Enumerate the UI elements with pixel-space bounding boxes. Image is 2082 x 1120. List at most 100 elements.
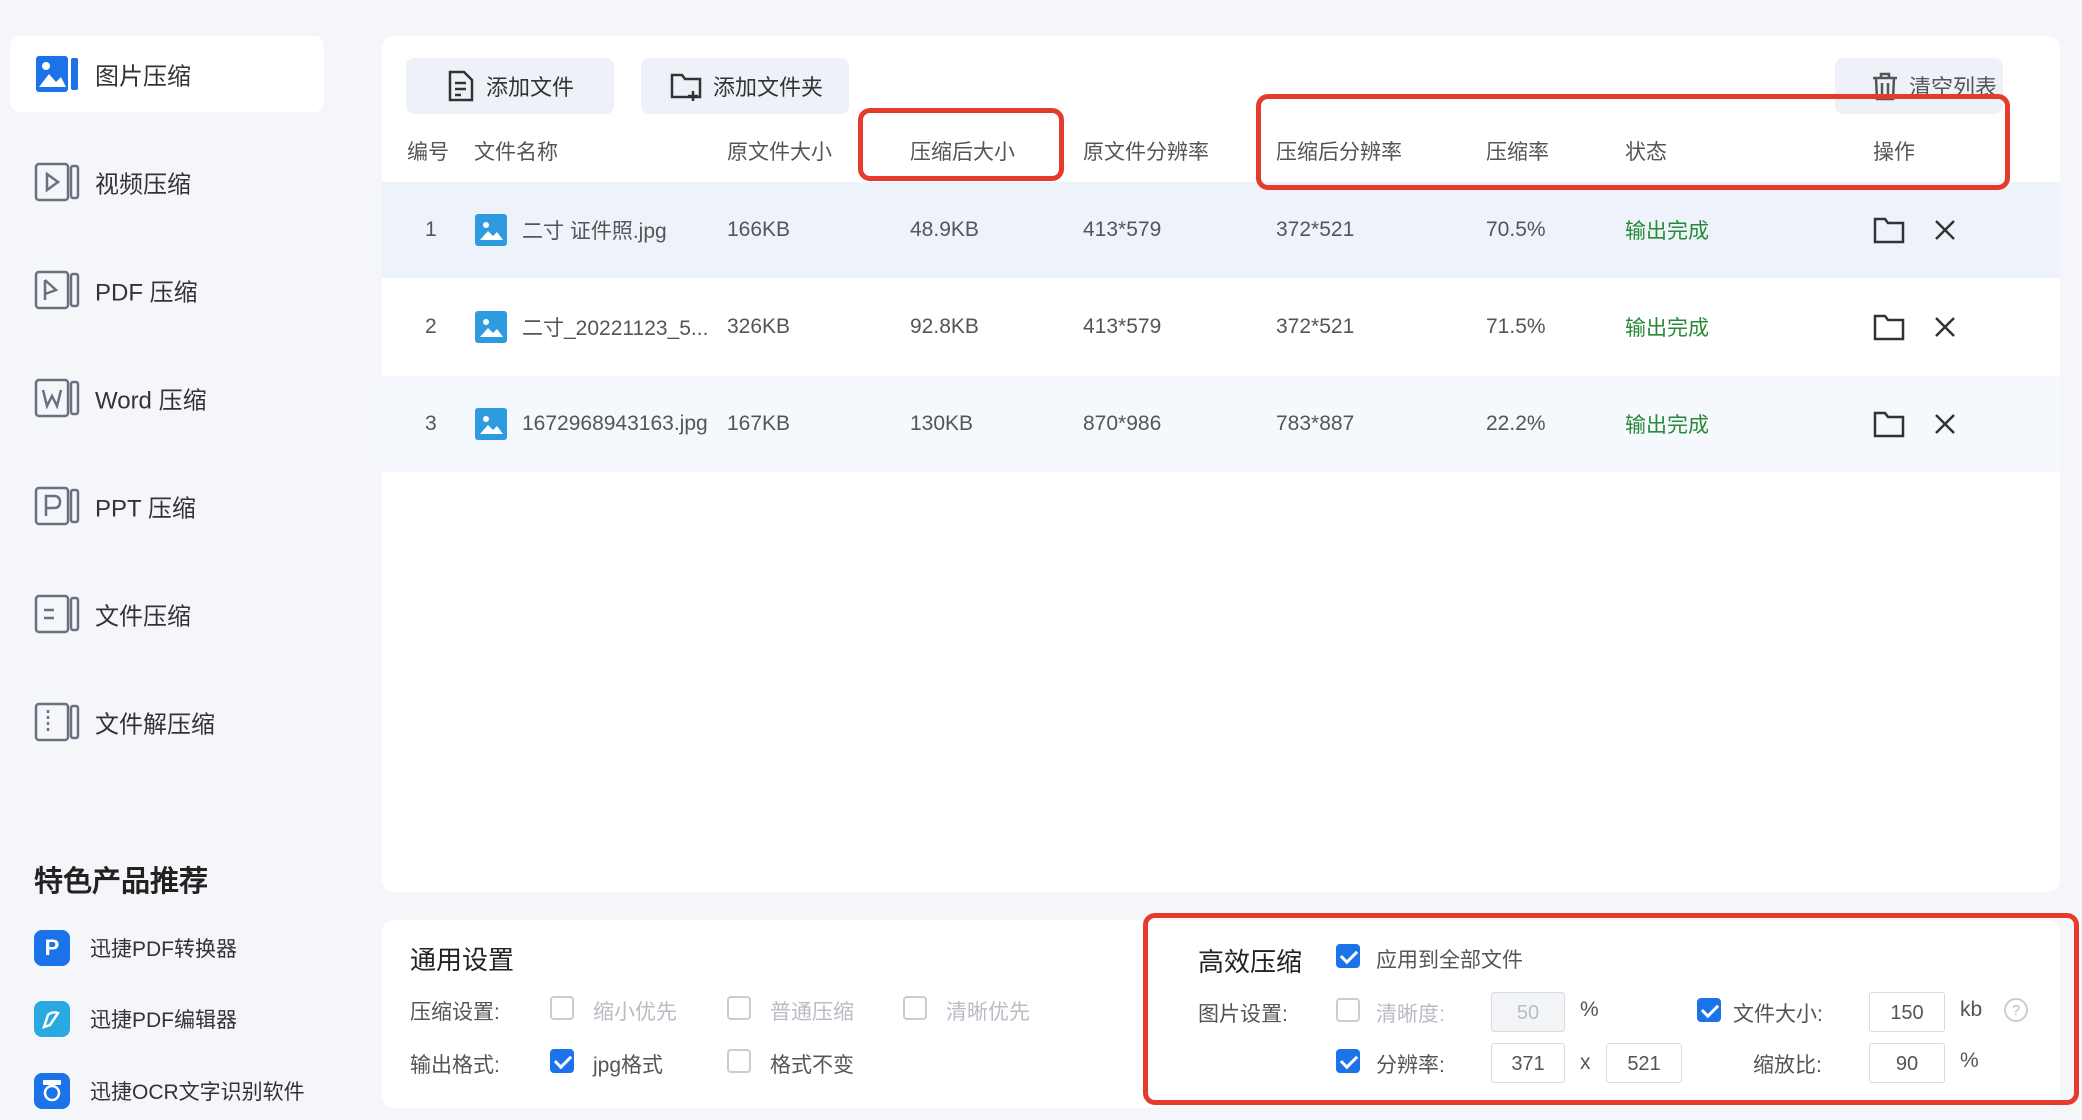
clear-list-button[interactable]: 清空列表 [1835, 58, 2003, 114]
apply-all-checkbox[interactable] [1336, 944, 1360, 968]
file-list-panel: 添加文件 添加文件夹 清空列表 编号 文件名称 原文件大小 压缩后大小 原文件分… [382, 36, 2060, 892]
header-new-resolution: 压缩后分辨率 [1276, 141, 1402, 164]
option-normal-checkbox[interactable] [727, 996, 751, 1020]
ppt-compress-icon [34, 486, 80, 526]
header-filename: 文件名称 [474, 141, 558, 164]
product-label: 迅捷PDF编辑器 [90, 1009, 237, 1032]
header-orig-resolution: 原文件分辨率 [1083, 141, 1209, 164]
compress-ratio: 22.2% [1486, 412, 1546, 435]
resolution-width-input[interactable]: 371 [1491, 1043, 1565, 1083]
header-status: 状态 [1625, 141, 1667, 164]
file-decompress-icon [34, 702, 80, 742]
file-size-input[interactable]: 150 [1869, 992, 1945, 1032]
product-ocr[interactable]: 迅捷OCR文字识别软件 [34, 1071, 305, 1111]
orig-size: 167KB [727, 412, 791, 435]
settings-panel: 通用设置 压缩设置: 缩小优先 普通压缩 清晰优先 输出格式: jpg格式 格式… [382, 920, 2060, 1108]
close-icon[interactable] [1932, 217, 1958, 243]
clarity-checkbox[interactable] [1336, 998, 1360, 1022]
add-file-button[interactable]: 添加文件 [406, 58, 614, 114]
header-actions: 操作 [1873, 141, 1915, 164]
product-pdf-editor[interactable]: 迅捷PDF编辑器 [34, 999, 237, 1039]
pdf-editor-icon [34, 1001, 70, 1037]
sidebar-item-pdf-compress[interactable]: PDF 压缩 [10, 252, 324, 328]
file-name: 二寸 证件照.jpg [522, 220, 667, 243]
image-settings-label: 图片设置: [1198, 1003, 1288, 1026]
sidebar-item-video-compress[interactable]: 视频压缩 [10, 144, 324, 220]
sidebar-item-label: 文件解压缩 [95, 711, 215, 739]
apply-all-label: 应用到全部文件 [1376, 949, 1523, 972]
image-compress-icon [36, 56, 78, 92]
row-number: 2 [425, 315, 437, 338]
compress-ratio: 71.5% [1486, 315, 1546, 338]
close-icon[interactable] [1932, 411, 1958, 437]
table-row[interactable]: 1 二寸 证件照.jpg 166KB 48.9KB 413*579 372*52… [382, 182, 2060, 278]
header-number: 编号 [407, 141, 449, 164]
sidebar-item-file-decompress[interactable]: 文件解压缩 [10, 684, 324, 760]
output-format-label: 输出格式: [410, 1054, 500, 1077]
image-file-icon [475, 408, 507, 440]
file-size-label: 文件大小: [1733, 1003, 1823, 1026]
close-icon[interactable] [1932, 314, 1958, 340]
file-name: 1672968943163.jpg [522, 412, 708, 435]
word-compress-icon [34, 378, 80, 418]
sidebar-item-ppt-compress[interactable]: PPT 压缩 [10, 468, 324, 544]
orig-resolution: 413*579 [1083, 315, 1162, 338]
product-pdf-converter[interactable]: P 迅捷PDF转换器 [34, 928, 237, 968]
help-icon[interactable]: ? [2004, 998, 2028, 1022]
status-text: 输出完成 [1625, 220, 1709, 243]
new-resolution: 783*887 [1276, 412, 1355, 435]
option-shrink-first-checkbox[interactable] [550, 996, 574, 1020]
option-clarity-first-checkbox[interactable] [903, 996, 927, 1020]
sidebar-item-label: PPT 压缩 [95, 495, 196, 523]
table-row[interactable]: 2 二寸_20221123_5... 326KB 92.8KB 413*579 … [382, 279, 2060, 375]
sidebar-item-label: 视频压缩 [95, 171, 191, 199]
clarity-unit: % [1580, 998, 1599, 1021]
general-settings-title: 通用设置 [410, 945, 515, 975]
image-file-icon [475, 214, 507, 246]
open-folder-icon[interactable] [1872, 215, 1906, 245]
row-number: 1 [425, 218, 437, 241]
orig-size: 166KB [727, 218, 791, 241]
keep-format-checkbox[interactable] [727, 1049, 751, 1073]
scale-input[interactable]: 90 [1869, 1043, 1945, 1083]
new-size: 130KB [910, 412, 974, 435]
scale-unit: % [1960, 1049, 1979, 1072]
open-folder-icon[interactable] [1872, 312, 1906, 342]
compress-settings-label: 压缩设置: [410, 1001, 500, 1024]
status-text: 输出完成 [1625, 414, 1709, 437]
sidebar-item-file-compress[interactable]: 文件压缩 [10, 576, 324, 652]
add-folder-button[interactable]: 添加文件夹 [641, 58, 849, 114]
status-text: 输出完成 [1625, 317, 1709, 340]
sidebar-item-label: 文件压缩 [95, 603, 191, 631]
add-folder-label: 添加文件夹 [713, 75, 824, 100]
new-size: 92.8KB [910, 315, 979, 338]
video-compress-icon [34, 162, 80, 202]
new-size: 48.9KB [910, 218, 979, 241]
file-size-unit: kb [1960, 998, 1983, 1021]
header-orig-size: 原文件大小 [727, 141, 832, 164]
open-folder-icon[interactable] [1872, 409, 1906, 439]
resolution-checkbox[interactable] [1336, 1049, 1360, 1073]
add-folder-icon [670, 73, 702, 101]
option-clarity-first-label: 清晰优先 [946, 1001, 1030, 1024]
sidebar-item-image-compress[interactable]: 图片压缩 [10, 36, 324, 112]
clear-list-label: 清空列表 [1909, 75, 1998, 100]
resolution-height-input[interactable]: 521 [1606, 1043, 1682, 1083]
ocr-icon [34, 1073, 70, 1109]
featured-products-title: 特色产品推荐 [34, 866, 209, 898]
sidebar-item-label: Word 压缩 [95, 387, 207, 415]
new-resolution: 372*521 [1276, 218, 1355, 241]
orig-resolution: 870*986 [1083, 412, 1162, 435]
compress-ratio: 70.5% [1486, 218, 1546, 241]
product-label: 迅捷OCR文字识别软件 [90, 1081, 305, 1104]
sidebar: 图片压缩 视频压缩 PDF 压缩 Word 压缩 PPT 压缩 文件压缩 文件解… [0, 0, 360, 1120]
jpg-format-checkbox[interactable] [550, 1049, 574, 1073]
add-file-label: 添加文件 [486, 75, 575, 100]
clarity-input[interactable]: 50 [1491, 992, 1565, 1032]
sidebar-item-word-compress[interactable]: Word 压缩 [10, 360, 324, 436]
add-file-icon [448, 70, 474, 102]
clarity-label: 清晰度: [1376, 1003, 1445, 1026]
option-normal-label: 普通压缩 [770, 1001, 854, 1024]
table-row[interactable]: 3 1672968943163.jpg 167KB 130KB 870*986 … [382, 376, 2060, 472]
file-size-checkbox[interactable] [1697, 998, 1721, 1022]
